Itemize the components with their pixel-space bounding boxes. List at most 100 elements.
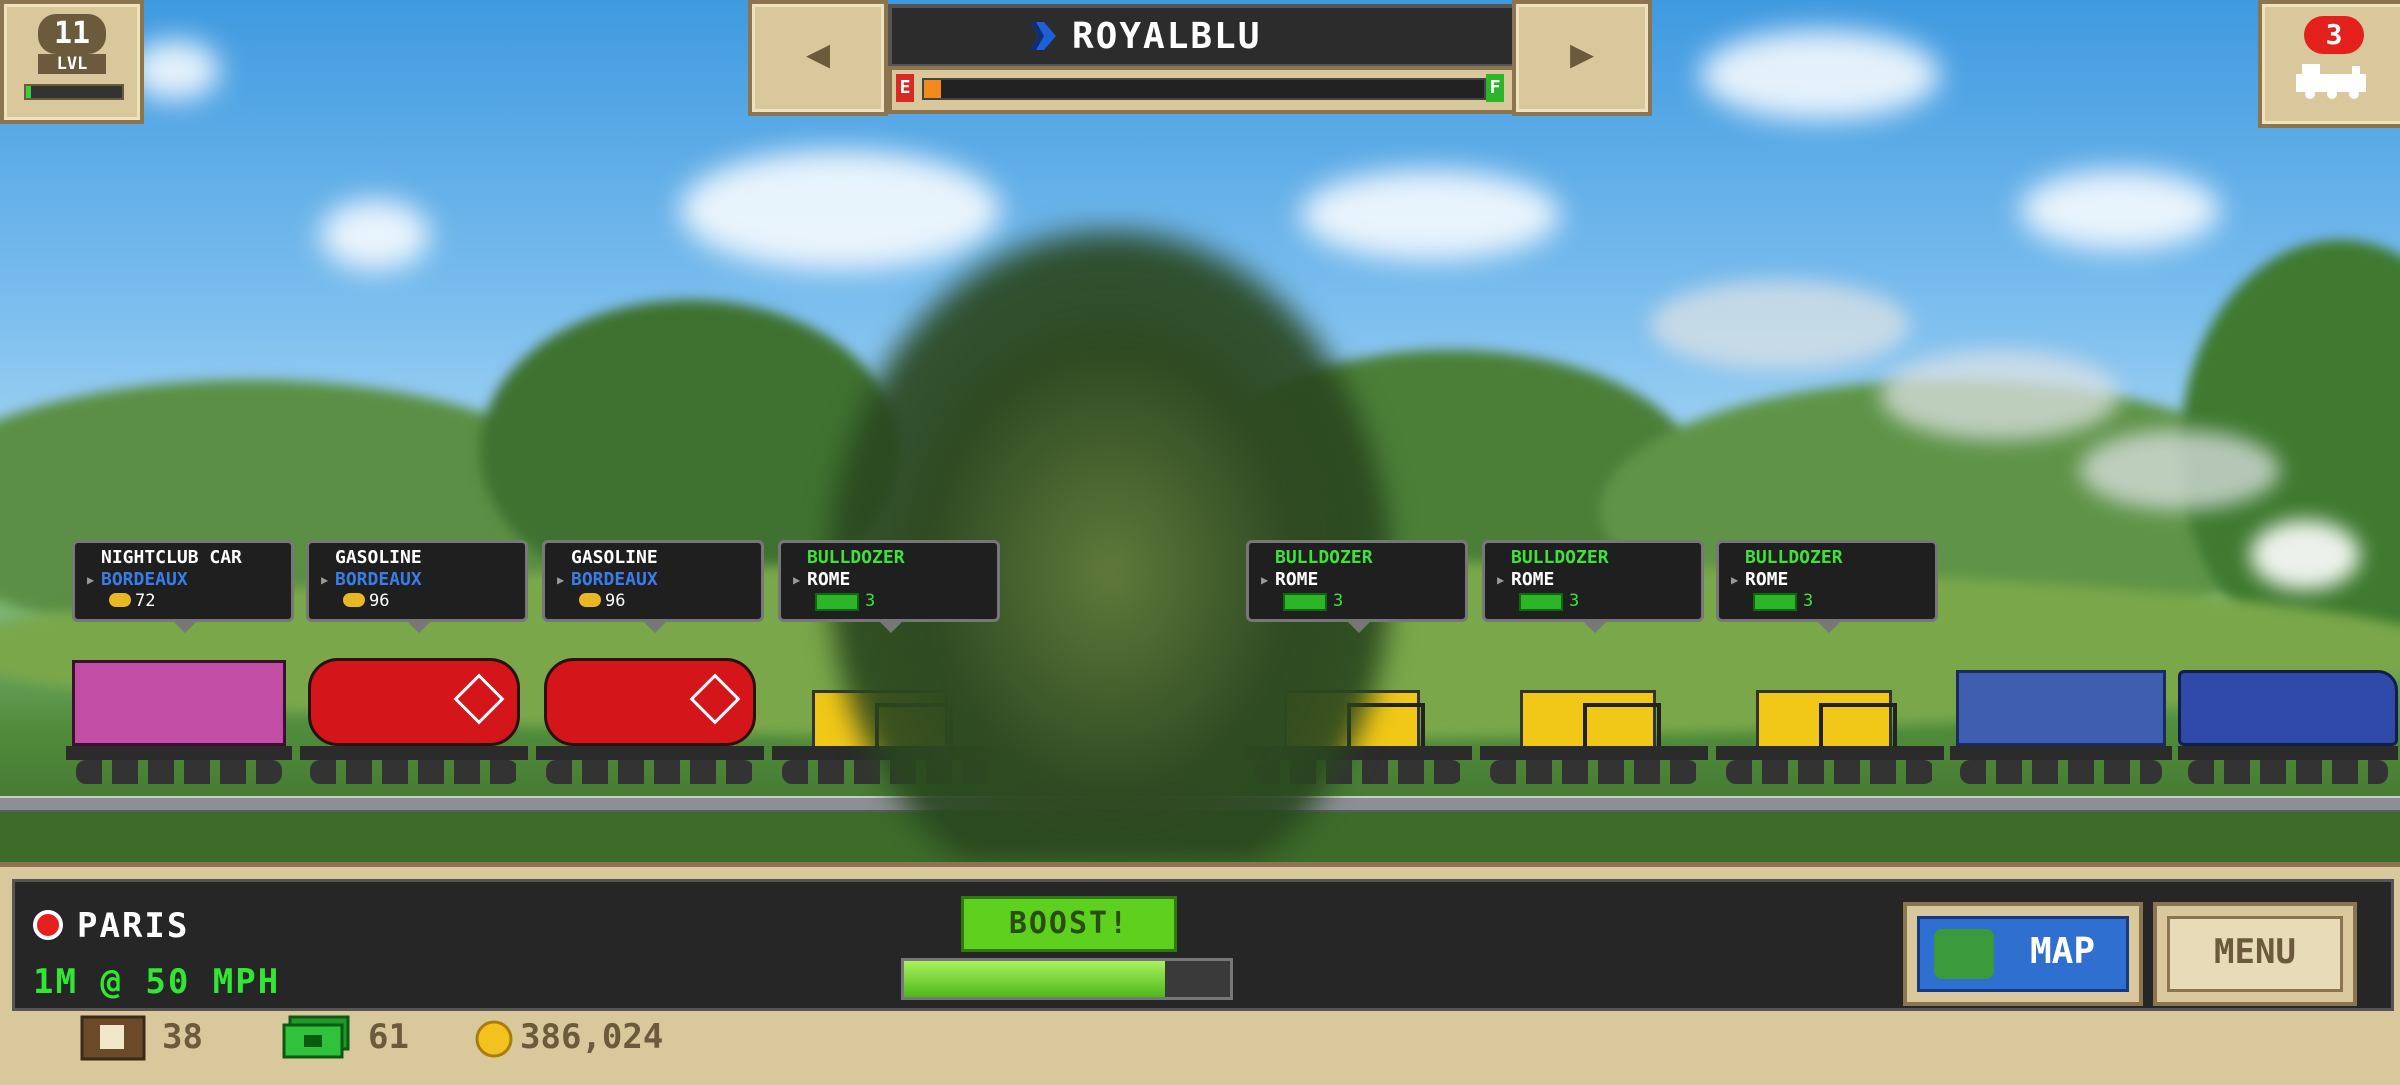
flatcar-bulldozer[interactable] [1716, 650, 1944, 784]
cargo-reward: 72 [135, 591, 156, 611]
notification-count-badge: 3 [2304, 16, 2364, 54]
car-deck [1480, 746, 1708, 760]
cargo-tag-bulldozer[interactable]: BULLDOZER ▶ ROME 3 [1716, 540, 1938, 633]
locomotive[interactable] [2178, 650, 2398, 784]
cargo-destination: ROME [1745, 569, 1789, 590]
level-label: LVL [38, 54, 106, 74]
cash-count: 61 [368, 1017, 409, 1057]
steam-smoke [1880, 350, 2120, 440]
crate-count: 38 [162, 1017, 203, 1057]
chevron-right-icon: ▶ [87, 573, 95, 587]
cargo-tag-bulldozer[interactable]: BULLDOZER ▶ ROME 3 [1246, 540, 1468, 633]
train-logo-icon [1030, 22, 1056, 50]
locomotive-icon [2296, 64, 2366, 99]
nightclub-car[interactable] [66, 650, 292, 784]
tank-body [544, 658, 756, 746]
bottom-panel: PARIS 1M @ 50 MPH BOOST! MAP MENU 38 61 … [0, 862, 2400, 1085]
cargo-destination: BORDEAUX [101, 569, 188, 590]
cash-icon [1753, 593, 1797, 611]
steam-smoke [2250, 520, 2360, 590]
chevron-right-icon: ▶ [1497, 573, 1505, 587]
wheels [310, 760, 518, 784]
locomotive-body [2178, 670, 2398, 746]
fuel-fill [924, 80, 941, 98]
bulldozer-cab [1583, 703, 1661, 747]
speed-readout: 1M @ 50 MPH [33, 962, 281, 1002]
next-train-button[interactable]: ▶ [1512, 0, 1652, 116]
cargo-name: GASOLINE [571, 547, 658, 568]
coin-stack-icon [579, 593, 601, 607]
cargo-tag-gasoline[interactable]: GASOLINE ▶ BORDEAUX 96 [542, 540, 764, 633]
map-button[interactable]: MAP [1903, 902, 2143, 1006]
coin-stack-icon [109, 593, 131, 607]
cargo-tag-nightclub[interactable]: NIGHTCLUB CAR ▶ BORDEAUX 72 [72, 540, 294, 633]
boost-fill [904, 961, 1165, 997]
train-name: ROYALBLU [1072, 16, 1262, 57]
cargo-name: BULLDOZER [1745, 547, 1843, 568]
cargo-reward: 96 [369, 591, 390, 611]
cargo-name: BULLDOZER [807, 547, 905, 568]
car-deck [300, 746, 528, 760]
cargo-tag-gasoline[interactable]: GASOLINE ▶ BORDEAUX 96 [306, 540, 528, 633]
cargo-name: BULLDOZER [1511, 547, 1609, 568]
chevron-right-icon: ▶ [321, 573, 329, 587]
coin-icon [475, 1020, 513, 1058]
wheels [1726, 760, 1934, 784]
chevron-right-icon: ▶ [557, 573, 565, 587]
car-deck [1716, 746, 1944, 760]
trains-button[interactable]: 3 [2258, 0, 2400, 128]
cloud [2020, 170, 2220, 250]
cargo-reward: 3 [1803, 591, 1814, 611]
coin-count: 386,024 [520, 1017, 664, 1057]
boost-meter [901, 958, 1233, 1000]
menu-button[interactable]: MENU [2153, 902, 2357, 1006]
hazard-icon [689, 673, 741, 725]
cash-icon [282, 1015, 350, 1059]
tank-body [308, 658, 520, 746]
coin-stack-icon [343, 593, 365, 607]
tank-car[interactable] [300, 650, 528, 784]
cargo-destination: ROME [1275, 569, 1319, 590]
wheels [1490, 760, 1698, 784]
bulldozer-cab [1819, 703, 1897, 747]
cargo-destination: ROME [807, 569, 851, 590]
cargo-tag-bulldozer[interactable]: BULLDOZER ▶ ROME 3 [778, 540, 1000, 633]
boost-button[interactable]: BOOST! [961, 896, 1177, 952]
xp-progress-bar [24, 84, 124, 100]
cargo-name: GASOLINE [335, 547, 422, 568]
crate-icon [80, 1015, 146, 1061]
cargo-reward: 3 [1333, 591, 1344, 611]
map-label: MAP [2030, 931, 2096, 972]
cargo-destination: ROME [1511, 569, 1555, 590]
xp-fill [26, 86, 31, 98]
cargo-destination: BORDEAUX [335, 569, 422, 590]
map-icon [1934, 929, 1994, 979]
train-name-plate: ROYALBLU [888, 4, 1516, 68]
fuel-track [922, 78, 1486, 100]
cargo-reward: 96 [605, 591, 626, 611]
nightclub-body [72, 660, 286, 746]
steam-smoke [2080, 430, 2280, 510]
fuel-empty-label: E [896, 74, 914, 102]
flatcar-bulldozer[interactable] [1480, 650, 1708, 784]
status-dashboard: PARIS 1M @ 50 MPH BOOST! MAP MENU [12, 879, 2394, 1011]
hazard-icon [453, 673, 505, 725]
cargo-name: BULLDOZER [1275, 547, 1373, 568]
car-deck [66, 746, 292, 760]
train-selector: ◀ ROYALBLU E F ▶ [748, 0, 1652, 120]
current-station: PARIS [77, 906, 190, 946]
car-deck [1950, 746, 2172, 760]
cloud [320, 200, 430, 270]
coal-tender[interactable] [1950, 650, 2172, 784]
fuel-gauge: E F [888, 66, 1516, 114]
wheels [546, 760, 754, 784]
steam-smoke [1650, 280, 1910, 370]
chevron-right-icon: ▶ [1261, 573, 1269, 587]
level-badge[interactable]: 11 LVL [0, 0, 144, 124]
cargo-name: NIGHTCLUB CAR [101, 547, 242, 568]
cargo-reward: 3 [865, 591, 876, 611]
cargo-tag-bulldozer[interactable]: BULLDOZER ▶ ROME 3 [1482, 540, 1704, 633]
prev-train-button[interactable]: ◀ [748, 0, 888, 116]
chevron-right-icon: ▶ [1731, 573, 1739, 587]
tank-car[interactable] [536, 650, 764, 784]
